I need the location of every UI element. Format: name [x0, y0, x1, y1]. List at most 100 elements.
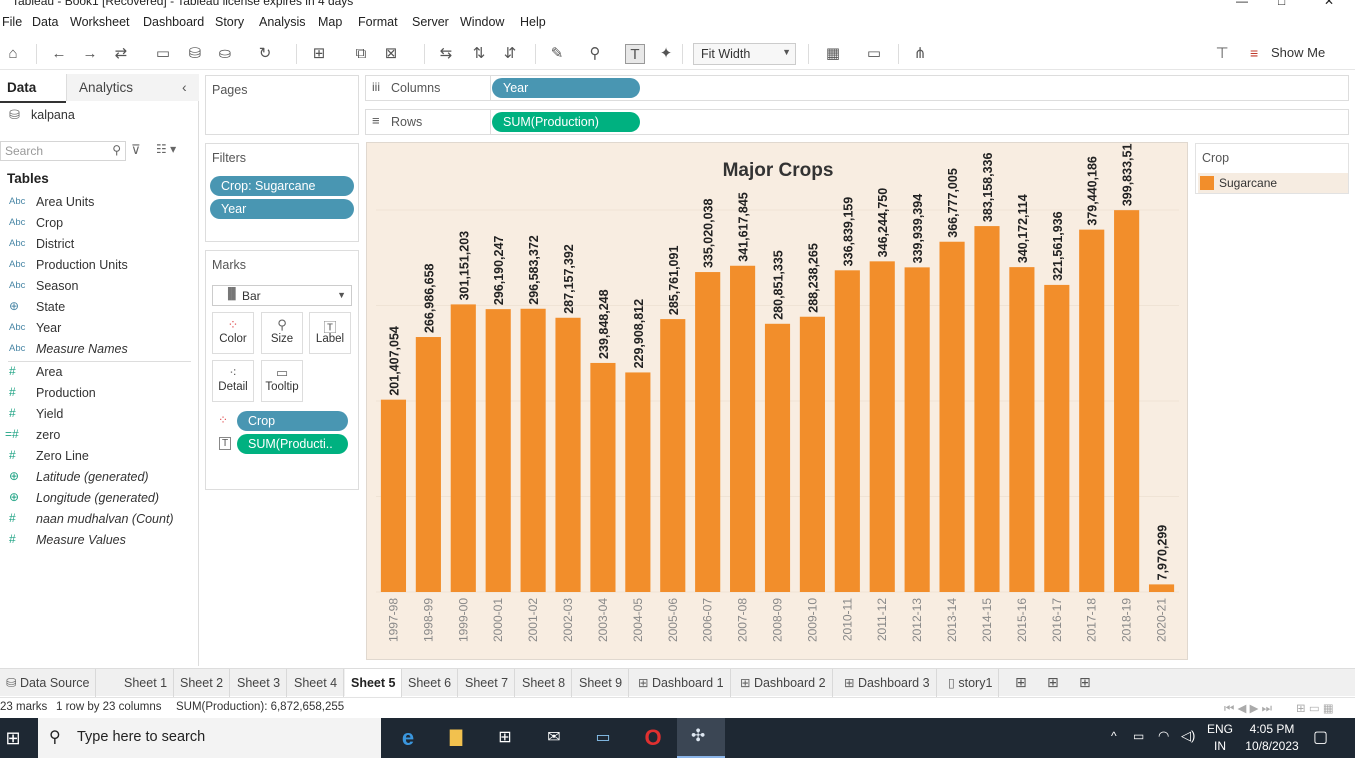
menu-data[interactable]: Data — [32, 15, 58, 29]
field-measure-names[interactable]: Abc Measure Names — [0, 339, 198, 360]
new-datasource-icon[interactable]: ⛁ — [185, 44, 205, 64]
file-explorer-icon[interactable]: ▇ — [444, 727, 468, 749]
bar-2008-09[interactable] — [764, 323, 791, 592]
sheet-tab-story1[interactable]: ▯ story1 — [942, 669, 1000, 697]
sort-ascending-icon[interactable]: ⇅ — [469, 44, 489, 64]
detail-button[interactable]: ⁖ Detail — [212, 360, 254, 402]
field-longitude[interactable]: ⊕ Longitude (generated) — [0, 488, 198, 509]
bar-2015-16[interactable] — [1009, 267, 1035, 592]
highlight-icon[interactable]: ✎ — [547, 44, 567, 64]
group-members-icon[interactable]: ⚲ — [585, 44, 605, 64]
battery-icon[interactable]: ▭ — [1133, 729, 1144, 743]
columns-pill-year[interactable]: Year — [492, 78, 640, 98]
sheet-tab-sheet-3[interactable]: Sheet 3 — [231, 669, 288, 697]
windows-start-icon[interactable]: ⊞ — [1, 727, 25, 749]
swap-rows-columns-icon[interactable]: ⇆ — [436, 44, 456, 64]
view-mode-icons[interactable]: ⊞ ▭ ▦ — [1296, 701, 1334, 715]
bar-2016-17[interactable] — [1044, 284, 1070, 592]
menu-window[interactable]: Window — [460, 15, 504, 29]
collapse-pane-icon[interactable]: ‹ — [182, 79, 187, 95]
color-legend[interactable]: Crop Sugarcane — [1195, 143, 1349, 194]
bar-2011-12[interactable] — [869, 261, 895, 592]
duplicate-sheet-icon[interactable]: ⧉ — [351, 44, 371, 64]
taskbar-clock[interactable]: 4:05 PM 10/8/2023 — [1243, 721, 1301, 755]
bar-2018-19[interactable] — [1114, 210, 1140, 592]
rows-shelf[interactable]: ≡ Rows SUM(Production) — [365, 109, 1349, 135]
field-area-units[interactable]: Abc Area Units — [0, 192, 198, 213]
filter-icon[interactable]: ⊽ — [131, 142, 141, 158]
field-year[interactable]: Abc Year — [0, 318, 198, 339]
bar-2007-08[interactable] — [730, 265, 756, 592]
page-nav-icons[interactable]: ⏮ ◀ ▶ ⏭ — [1224, 701, 1272, 716]
wifi-icon[interactable]: ◠ — [1158, 728, 1169, 744]
datasource-name[interactable]: kalpana — [31, 108, 75, 122]
maximize-button[interactable]: □ — [1278, 0, 1285, 8]
mail-icon[interactable]: ✉ — [542, 727, 566, 749]
field-season[interactable]: Abc Season — [0, 276, 198, 297]
language-indicator[interactable]: ENG IN — [1203, 721, 1237, 755]
menu-help[interactable]: Help — [520, 15, 546, 29]
field-yield[interactable]: # Yield — [0, 404, 198, 425]
sheet-tab-sheet-6[interactable]: Sheet 6 — [402, 669, 459, 697]
sheet-tab-sheet-5[interactable]: Sheet 5 — [345, 669, 403, 697]
field-zero-line[interactable]: # Zero Line — [0, 446, 198, 467]
label-button[interactable]: 🅃 Label — [309, 312, 351, 354]
field-zero[interactable]: =# zero — [0, 425, 198, 446]
size-button[interactable]: ⚲ Size — [261, 312, 303, 354]
home-icon[interactable]: ⌂ — [3, 44, 23, 64]
new-dashboard-icon[interactable]: ⊞ — [1047, 674, 1059, 691]
field-crop[interactable]: Abc Crop — [0, 213, 198, 234]
tableau-taskbar-item[interactable]: ✣ — [677, 718, 725, 758]
field-latitude[interactable]: ⊕ Latitude (generated) — [0, 467, 198, 488]
menu-analysis[interactable]: Analysis — [259, 15, 306, 29]
color-button[interactable]: ⁘ Color — [212, 312, 254, 354]
filters-shelf[interactable]: Filters Crop: Sugarcane Year — [205, 143, 359, 242]
bar-2013-14[interactable] — [939, 241, 965, 592]
sheet-tab-sheet-8[interactable]: Sheet 8 — [516, 669, 573, 697]
bar-2009-10[interactable] — [799, 316, 825, 592]
clear-sheet-icon[interactable]: ⊠ — [381, 44, 401, 64]
show-cards-icon[interactable]: ▦ — [823, 44, 843, 64]
view-options-icon[interactable]: ☷ ▾ — [156, 142, 176, 156]
save-icon[interactable]: ▭ — [153, 44, 173, 64]
menu-map[interactable]: Map — [318, 15, 342, 29]
pin-axes-icon[interactable]: ✦ — [656, 44, 676, 64]
opera-icon[interactable]: O — [641, 727, 665, 749]
search-input[interactable]: Search ⚲ — [0, 141, 126, 161]
minimize-button[interactable]: — — [1236, 0, 1248, 8]
sheet-tab-dashboard-3[interactable]: ⊞ Dashboard 3 — [838, 669, 937, 697]
bar-2017-18[interactable] — [1079, 229, 1105, 592]
close-button[interactable]: ✕ — [1324, 0, 1334, 8]
columns-shelf[interactable]: iii Columns Year — [365, 75, 1349, 101]
bar-2004-05[interactable] — [625, 372, 651, 592]
mark-type-dropdown[interactable]: ▐▌ Bar ▼ — [212, 285, 352, 306]
sheet-tab-sheet-1[interactable]: Sheet 1 — [118, 669, 175, 697]
fit-dropdown[interactable]: Fit Width ▼ — [693, 43, 796, 65]
refresh-icon[interactable]: ↻ — [255, 44, 275, 64]
tooltip-button[interactable]: ▭ Tooltip — [261, 360, 303, 402]
volume-icon[interactable]: ◁) — [1181, 728, 1195, 744]
notifications-icon[interactable]: ▢ — [1313, 727, 1328, 747]
sheet-tab-sheet-2[interactable]: Sheet 2 — [174, 669, 231, 697]
new-worksheet-icon[interactable]: ⊞ — [1015, 674, 1027, 691]
bar-2005-06[interactable] — [660, 319, 686, 592]
show-mark-labels-icon[interactable]: T — [625, 44, 645, 64]
bar-2000-01[interactable] — [485, 309, 511, 592]
menu-format[interactable]: Format — [358, 15, 398, 29]
bar-2020-21[interactable] — [1148, 584, 1175, 592]
tab-data[interactable]: Data — [7, 80, 36, 95]
taskbar-search-box[interactable]: ⚲ Type here to search — [38, 718, 381, 758]
chart-area[interactable]: Major Crops 201,407,054 1997-98 266,986,658… — [366, 142, 1188, 660]
bar-2001-02[interactable] — [520, 308, 546, 592]
pages-shelf[interactable]: Pages — [205, 75, 359, 135]
bar-1999-00[interactable] — [450, 304, 476, 592]
sheet-tab-sheet-7[interactable]: Sheet 7 — [459, 669, 516, 697]
store-icon[interactable]: ⊞ — [493, 727, 517, 749]
undo-icon[interactable]: ← — [49, 44, 69, 64]
field-production-units[interactable]: Abc Production Units — [0, 255, 198, 276]
field-state[interactable]: ⊕ State — [0, 297, 198, 318]
new-worksheet-icon[interactable]: ⊞ — [309, 44, 329, 64]
bar-chart[interactable]: Major Crops 201,407,054 1997-98 266,986,658… — [367, 143, 1189, 661]
remote-desktop-icon[interactable]: ▭ — [591, 727, 615, 749]
field-area[interactable]: # Area — [0, 362, 198, 383]
